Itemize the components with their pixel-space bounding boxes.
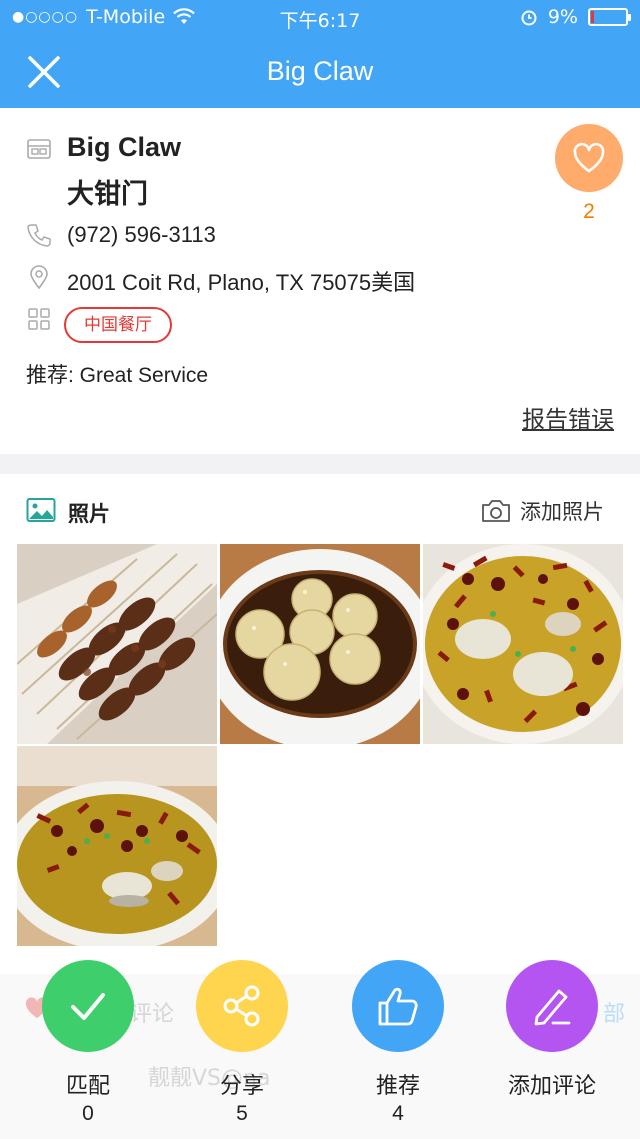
status-right: 9% bbox=[520, 6, 631, 28]
status-bar: ●○○○○ T-Mobile 下午6:17 9% bbox=[0, 0, 640, 36]
recommend-text: 推荐: Great Service bbox=[26, 364, 209, 387]
restaurant-info-card: Big Claw 大钳门 (972) 596-3113 2001 Coit Rd… bbox=[0, 108, 640, 454]
recommend-button[interactable] bbox=[352, 960, 444, 1052]
category-grid-icon bbox=[28, 308, 50, 330]
page-title: Big Claw bbox=[266, 56, 374, 86]
recommend-count: 4 bbox=[392, 1102, 404, 1125]
location-pin-icon bbox=[30, 265, 48, 290]
photos-section: 照片 添加照片 bbox=[0, 474, 640, 974]
heart-icon bbox=[573, 142, 605, 173]
camera-icon bbox=[482, 500, 510, 522]
share-count: 5 bbox=[236, 1102, 248, 1125]
store-icon bbox=[27, 139, 51, 159]
photo-dessert-balls[interactable] bbox=[220, 544, 420, 744]
battery-percent: 9% bbox=[547, 6, 578, 28]
photo-spicy-fish-2[interactable] bbox=[17, 746, 217, 946]
share-button[interactable] bbox=[196, 960, 288, 1052]
add-photo-label: 添加照片 bbox=[520, 500, 604, 524]
check-icon bbox=[71, 993, 105, 1020]
phone-number[interactable]: (972) 596-3113 bbox=[67, 222, 216, 248]
action-add-review: 添加评论 bbox=[492, 960, 612, 1102]
address[interactable]: 2001 Coit Rd, Plano, TX 75075美国 bbox=[67, 265, 415, 297]
image-icon bbox=[26, 498, 56, 522]
restaurant-name-en: Big Claw bbox=[67, 132, 182, 162]
recommend-label: 推荐 bbox=[375, 1074, 420, 1099]
photo-skewers[interactable] bbox=[17, 544, 217, 744]
action-match: 匹配 0 bbox=[28, 960, 148, 1126]
thumbs-up-icon bbox=[378, 987, 418, 1026]
pencil-icon bbox=[534, 989, 571, 1026]
add-photo-button[interactable]: 添加照片 bbox=[480, 496, 604, 526]
battery-icon bbox=[588, 8, 631, 26]
match-button[interactable] bbox=[42, 960, 134, 1052]
nav-bar: Big Claw bbox=[0, 36, 640, 108]
add-review-button[interactable] bbox=[506, 960, 598, 1052]
photos-title: 照片 bbox=[68, 502, 110, 526]
add-review-label: 添加评论 bbox=[507, 1074, 596, 1099]
share-icon bbox=[223, 985, 260, 1027]
action-recommend: 推荐 4 bbox=[338, 960, 458, 1126]
action-share: 分享 5 bbox=[182, 960, 302, 1126]
match-count: 0 bbox=[82, 1102, 94, 1125]
alarm-icon bbox=[521, 10, 537, 26]
report-error-link[interactable]: 报告错误 bbox=[522, 400, 614, 434]
like-button[interactable] bbox=[555, 124, 623, 192]
restaurant-name-cn: 大钳门 bbox=[67, 179, 148, 210]
battery-fill bbox=[591, 11, 595, 23]
share-label: 分享 bbox=[219, 1074, 264, 1099]
phone-icon bbox=[27, 224, 51, 247]
match-label: 匹配 bbox=[65, 1074, 110, 1099]
category-tag[interactable]: 中国餐厅 bbox=[64, 307, 172, 343]
photo-spicy-fish-1[interactable] bbox=[423, 544, 623, 744]
like-count: 2 bbox=[583, 200, 595, 223]
